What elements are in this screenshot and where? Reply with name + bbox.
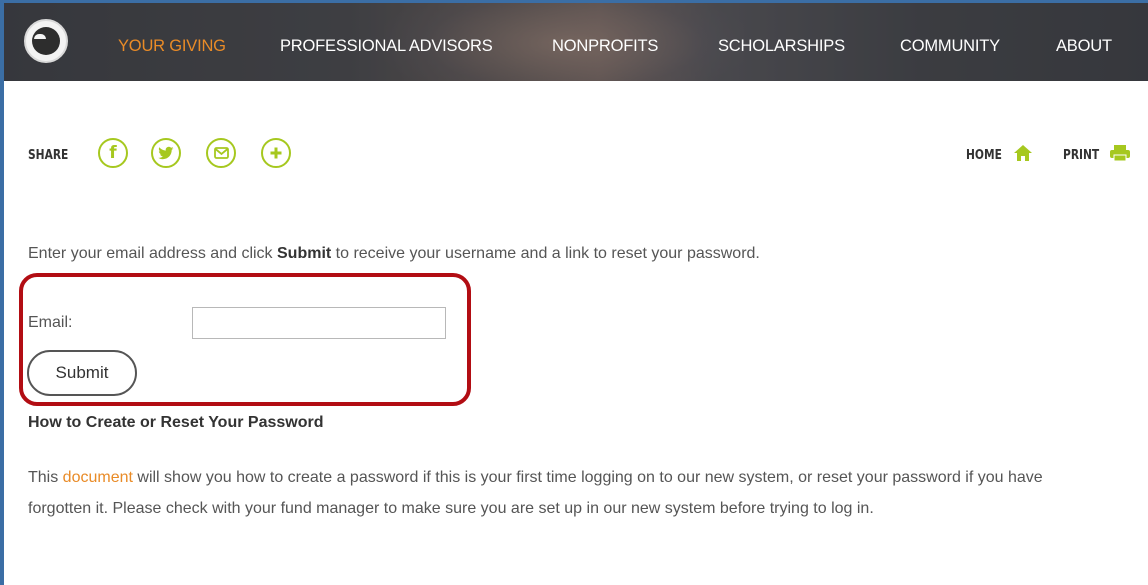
nav-professional-advisors[interactable]: PROFESSIONAL ADVISORS (280, 37, 493, 56)
help-text-end: will show you how to create a password i… (28, 469, 1043, 517)
twitter-icon[interactable] (151, 138, 181, 168)
nav-about[interactable]: ABOUT (1056, 37, 1112, 56)
help-section-title: How to Create or Reset Your Password (28, 414, 324, 431)
print-icon[interactable] (1109, 144, 1131, 167)
home-icon[interactable] (1013, 144, 1033, 167)
email-label: Email: (28, 314, 73, 331)
email-input[interactable] (192, 307, 446, 339)
nav-community[interactable]: COMMUNITY (900, 37, 1000, 56)
logo-detail (34, 34, 46, 39)
nav-nonprofits[interactable]: NONPROFITS (552, 37, 658, 56)
reset-instructions-text: Enter your email address and click Submi… (28, 245, 760, 263)
site-logo[interactable] (24, 19, 68, 63)
print-link[interactable]: PRINT (1063, 148, 1099, 163)
document-link[interactable]: document (63, 469, 133, 486)
help-text-start: This (28, 469, 63, 486)
plus-glyph (270, 147, 282, 159)
window-frame-left (0, 0, 4, 585)
plus-icon[interactable] (261, 138, 291, 168)
top-navigation-bar: YOUR GIVING PROFESSIONAL ADVISORS NONPRO… (4, 3, 1148, 81)
facebook-icon[interactable]: f (98, 138, 128, 168)
help-section-text: This document will show you how to creat… (28, 462, 1108, 524)
home-link[interactable]: HOME (966, 148, 1002, 163)
intro-text-start: Enter your email address and click (28, 245, 277, 262)
logo-emblem-icon (32, 27, 60, 55)
nav-scholarships[interactable]: SCHOLARSHIPS (718, 37, 845, 56)
share-label: SHARE (28, 148, 69, 163)
envelope-glyph (213, 147, 229, 159)
nav-your-giving[interactable]: YOUR GIVING (118, 37, 226, 56)
intro-text-end: to receive your username and a link to r… (331, 245, 760, 262)
twitter-bird-glyph (158, 146, 174, 160)
email-icon[interactable] (206, 138, 236, 168)
intro-text-submit-emphasis: Submit (277, 245, 332, 262)
submit-button[interactable]: Submit (27, 350, 137, 396)
